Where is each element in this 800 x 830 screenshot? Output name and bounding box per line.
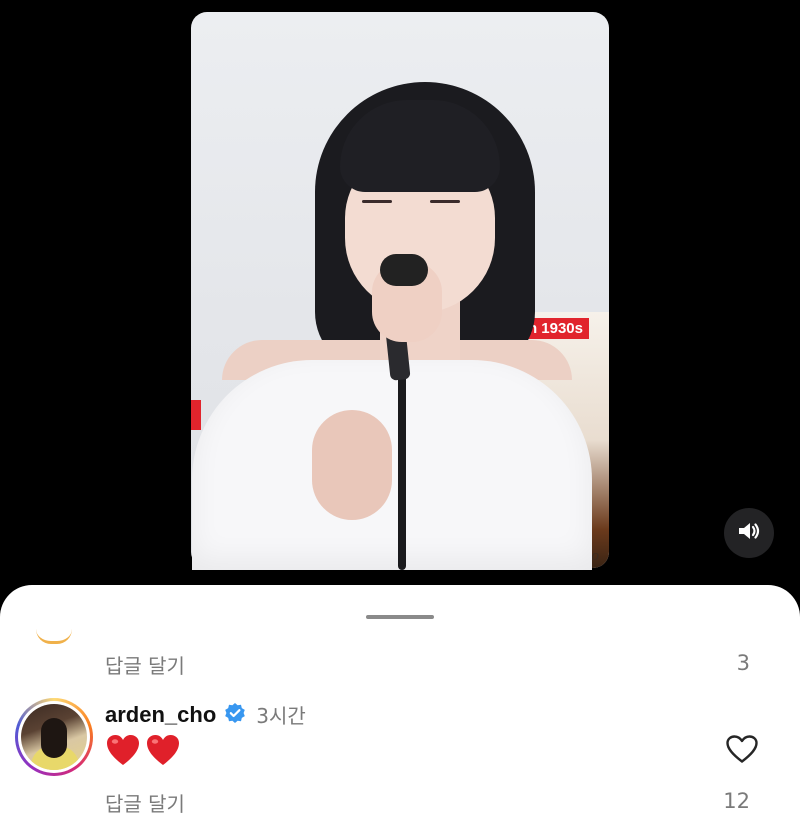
speaker-volume-icon xyxy=(737,520,761,546)
like-button[interactable] xyxy=(724,733,760,769)
avatar-photo xyxy=(21,704,87,770)
red-heart-icon xyxy=(145,733,181,771)
singer-eye-left xyxy=(362,200,392,203)
comment-header: arden_cho 3시간 xyxy=(105,700,306,729)
avatar[interactable] xyxy=(15,698,93,776)
singer-eye-right xyxy=(430,200,460,203)
singer-sweater xyxy=(192,360,592,570)
microphone-head xyxy=(380,254,428,286)
reply-button[interactable]: 답글 달기 xyxy=(105,788,185,817)
sound-toggle-button[interactable] xyxy=(724,508,774,558)
comment-username[interactable]: arden_cho xyxy=(105,702,216,728)
mic-cable xyxy=(398,375,406,570)
screen: n 1930s ry ago 답글 달기 3 xyxy=(0,0,800,830)
comments-sheet: 답글 달기 3 arden_cho 3시간 답글 달기 12 xyxy=(0,585,800,830)
singer-hand-chest xyxy=(312,410,392,520)
like-count: 12 xyxy=(723,789,750,813)
verified-badge-icon xyxy=(224,702,246,728)
red-heart-icon xyxy=(105,733,141,771)
comment-body xyxy=(105,733,181,771)
previous-comment-avatar[interactable] xyxy=(36,629,72,644)
sheet-drag-handle[interactable] xyxy=(366,615,434,619)
reply-button[interactable]: 답글 달기 xyxy=(105,650,185,679)
heart-outline-icon xyxy=(725,734,759,768)
comment-timestamp: 3시간 xyxy=(256,704,306,728)
background-poster-left xyxy=(191,400,201,430)
like-count: 3 xyxy=(736,651,750,675)
